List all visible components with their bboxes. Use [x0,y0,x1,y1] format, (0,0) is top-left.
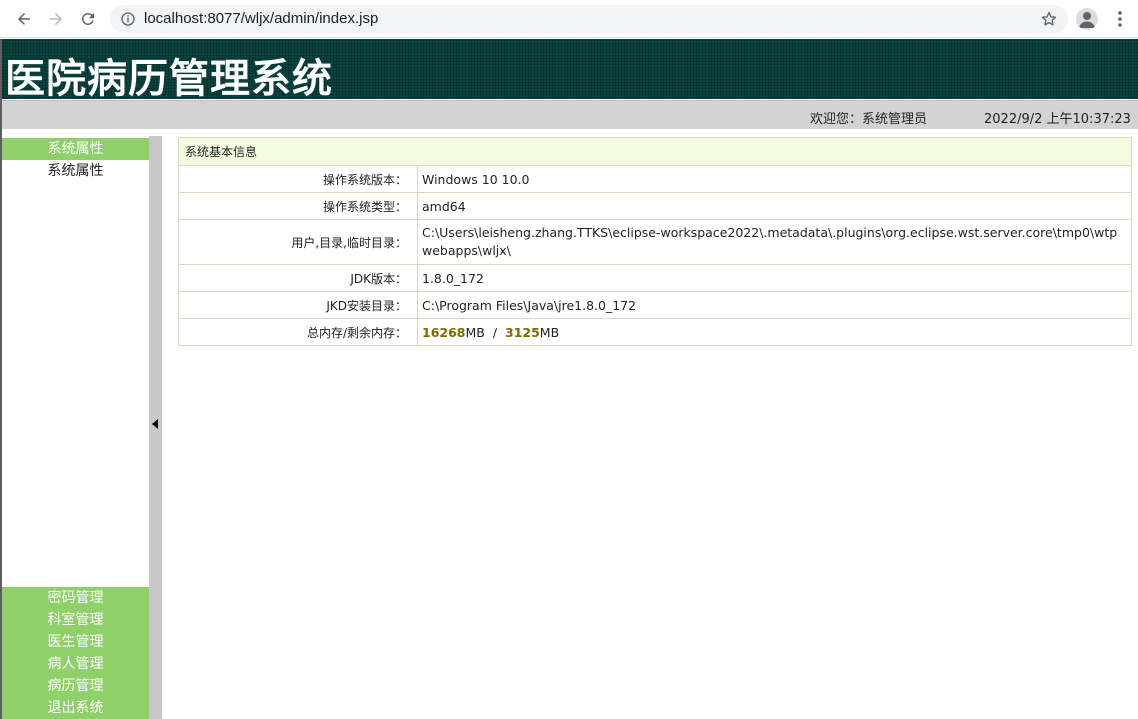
table-heading: 系统基本信息 [178,137,1132,166]
star-icon[interactable] [1040,10,1058,28]
row-label: 操作系统版本： [178,165,418,193]
sidebar-item-logout[interactable]: 退出系统 [2,697,149,719]
address-bar[interactable]: localhost:8077/wljx/admin/index.jsp [110,5,1068,33]
sidebar-item-records[interactable]: 病历管理 [2,675,149,697]
row-value: C:\Users\leisheng.zhang.TTKS\eclipse-wor… [417,219,1132,265]
memory-free: 3125 [505,324,540,340]
row-label: JDK版本： [178,264,418,292]
row-label: 总内存/剩余内存： [178,318,418,346]
table-row: 用户,目录,临时目录： C:\Users\leisheng.zhang.TTKS… [178,219,1132,265]
table-row: JKD安装目录： C:\Program Files\Java\jre1.8.0_… [178,291,1132,319]
memory-total-unit: MB [465,324,485,340]
row-label: JKD安装目录： [178,291,418,319]
memory-separator: / [492,324,498,340]
welcome-text: 欢迎您：系统管理员 [810,112,928,127]
sidebar-group-system-properties[interactable]: 系统属性 [2,138,149,160]
sidebar-item-system-properties[interactable]: 系统属性 [2,160,149,182]
sidebar-item-departments[interactable]: 科室管理 [2,609,149,631]
browser-toolbar: localhost:8077/wljx/admin/index.jsp [0,0,1138,38]
app-header: 医院病历管理系统 [2,39,1138,102]
menu-dots-icon[interactable] [1112,9,1128,29]
back-icon[interactable] [12,7,36,31]
sidebar-item-password[interactable]: 密码管理 [2,587,149,609]
info-icon[interactable] [120,11,136,27]
avatar-icon[interactable] [1076,8,1098,30]
system-info-table: 系统基本信息 操作系统版本： Windows 10 10.0 操作系统类型： a… [178,137,1132,346]
collapse-arrow-icon[interactable] [152,419,158,429]
reload-icon[interactable] [76,7,100,31]
url-text: localhost:8077/wljx/admin/index.jsp [144,10,379,27]
forward-icon[interactable] [44,7,68,31]
table-row: 总内存/剩余内存： 16268MB / 3125MB [178,318,1132,346]
table-row: 操作系统类型： amd64 [178,192,1132,220]
sidebar-item-doctors[interactable]: 医生管理 [2,631,149,653]
row-value: amd64 [417,192,1132,220]
row-value: C:\Program Files\Java\jre1.8.0_172 [417,291,1132,319]
sidebar-item-patients[interactable]: 病人管理 [2,653,149,675]
app-title: 医院病历管理系统 [5,56,333,102]
status-bar: 欢迎您：系统管理员 2022/9/2 上午10:37:23 [2,100,1138,129]
table-row: JDK版本： 1.8.0_172 [178,264,1132,292]
memory-total: 16268 [422,324,466,340]
sidebar-splitter[interactable] [149,136,162,719]
row-value: Windows 10 10.0 [417,165,1132,193]
memory-value: 16268MB / 3125MB [417,318,1132,346]
row-label: 用户,目录,临时目录： [178,219,418,265]
row-label: 操作系统类型： [178,192,418,220]
row-value: 1.8.0_172 [417,264,1132,292]
memory-free-unit: MB [539,324,560,340]
datetime-text: 2022/9/2 上午10:37:23 [984,112,1131,127]
sidebar-bottom-menu: 密码管理 科室管理 医生管理 病人管理 病历管理 退出系统 [2,587,149,719]
table-row: 操作系统版本： Windows 10 10.0 [178,165,1132,193]
